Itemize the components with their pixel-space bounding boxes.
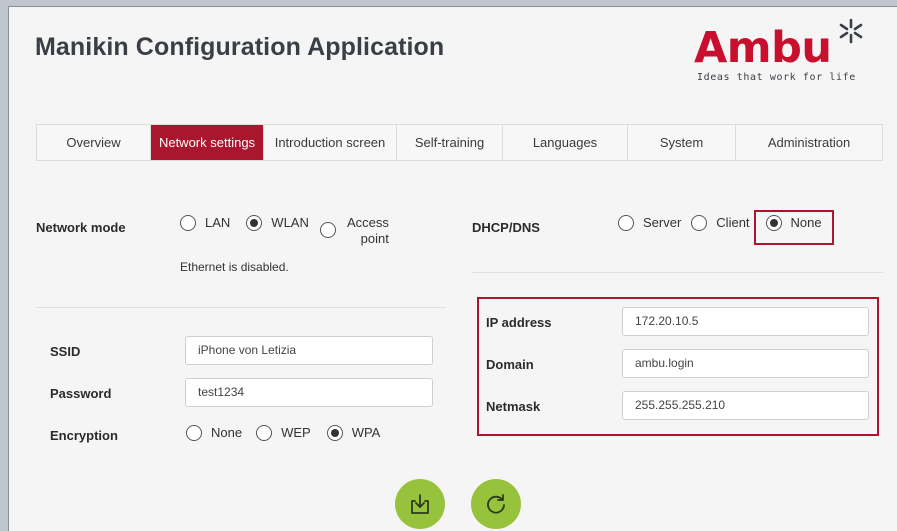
tab-self-training[interactable]: Self-training [397, 125, 503, 160]
radio-enc-none-label: None [211, 425, 243, 440]
radio-access-point[interactable]: Access point [319, 215, 389, 247]
refresh-icon [487, 494, 505, 514]
radio-wlan-circle[interactable] [246, 215, 263, 231]
radio-client-label: Client [716, 215, 750, 230]
radio-enc-wep-label: WEP [281, 425, 311, 440]
domain-label: Domain [486, 357, 534, 372]
logo-tagline: Ideas that work for life [697, 72, 856, 83]
app-window: Manikin Configuration Application Ambu I… [8, 6, 897, 531]
logo-star-icon [839, 18, 863, 44]
radio-client-circle[interactable] [691, 215, 708, 231]
ssid-label: SSID [50, 344, 81, 359]
radio-server-circle[interactable] [618, 215, 634, 231]
tab-system[interactable]: System [628, 125, 736, 160]
radio-enc-wpa-label: WPA [351, 425, 381, 440]
radio-enc-wep-circle[interactable] [256, 425, 273, 441]
ip-address-label: IP address [486, 315, 552, 330]
radio-server-label: Server [643, 215, 682, 230]
encryption-label: Encryption [50, 428, 118, 443]
none-option-highlight [754, 210, 834, 245]
ambu-logo: Ambu Ideas that work for life [694, 15, 874, 85]
tab-introduction-screen[interactable]: Introduction screen [264, 125, 397, 160]
network-mode-label: Network mode [36, 220, 126, 235]
tab-administration[interactable]: Administration [736, 125, 882, 160]
encryption-radio-group: None WEP WPA [186, 425, 392, 441]
download-tray-icon [411, 494, 429, 514]
radio-enc-wep[interactable]: WEP [256, 425, 311, 441]
right-divider [472, 272, 883, 273]
reload-button[interactable] [471, 479, 521, 529]
network-mode-radio-group: LAN WLAN Access point [180, 215, 401, 247]
radio-wlan-label: WLAN [271, 215, 309, 230]
radio-wlan[interactable]: WLAN [246, 215, 309, 231]
radio-client[interactable]: Client [691, 215, 750, 231]
password-input[interactable]: test1234 [185, 378, 433, 407]
radio-enc-wpa[interactable]: WPA [326, 425, 381, 441]
netmask-input[interactable]: 255.255.255.210 [622, 391, 869, 420]
radio-server[interactable]: Server [618, 215, 681, 231]
radio-lan-circle[interactable] [180, 215, 196, 231]
radio-enc-none-circle[interactable] [186, 425, 202, 441]
radio-access-point-circle[interactable] [319, 222, 336, 238]
radio-lan[interactable]: LAN [180, 215, 230, 231]
radio-lan-label: LAN [205, 215, 231, 230]
ssid-input[interactable]: iPhone von Letizia [185, 336, 433, 365]
tab-network-settings[interactable]: Network settings [151, 125, 264, 160]
save-button[interactable] [395, 479, 445, 529]
logo-wordmark: Ambu [694, 23, 832, 73]
tab-languages[interactable]: Languages [503, 125, 628, 160]
ethernet-status-note: Ethernet is disabled. [180, 260, 289, 274]
radio-access-point-label: Access point [346, 215, 389, 246]
ip-address-input[interactable]: 172.20.10.5 [622, 307, 869, 336]
tab-bar: Overview Network settings Introduction s… [36, 124, 883, 161]
page-title: Manikin Configuration Application [35, 33, 445, 61]
domain-input[interactable]: ambu.login [622, 349, 869, 378]
tab-overview[interactable]: Overview [37, 125, 151, 160]
left-divider [36, 307, 446, 308]
radio-enc-none[interactable]: None [186, 425, 242, 441]
dhcp-dns-label: DHCP/DNS [472, 220, 540, 235]
password-label: Password [50, 386, 112, 401]
radio-enc-wpa-circle[interactable] [326, 425, 343, 441]
netmask-label: Netmask [486, 399, 541, 414]
